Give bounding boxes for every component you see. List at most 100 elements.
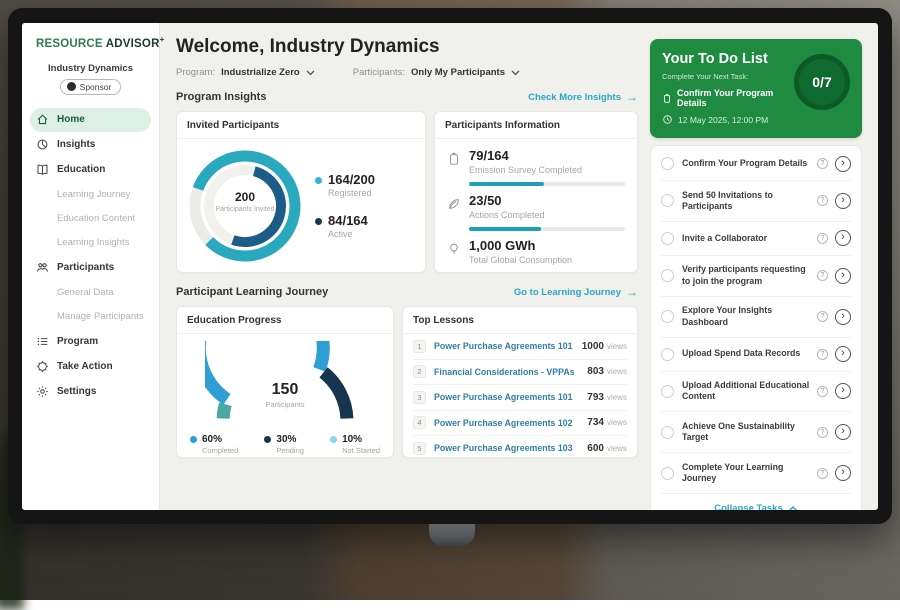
help-icon[interactable]: ? [817, 386, 828, 397]
invited-participants-card: Invited Participants 200 [176, 111, 426, 273]
task-checkbox[interactable] [661, 194, 674, 207]
lesson-rank-badge: 2 [413, 365, 426, 378]
lesson-title-link[interactable]: Power Purchase Agreements 101 [434, 341, 582, 351]
dashboard-screen: RESOURCEADVISOR+ Industry Dynamics Spons… [22, 23, 878, 510]
sidebar-subitem-label: General Data [57, 287, 114, 298]
chevron-right-icon[interactable]: › [835, 383, 851, 399]
help-icon[interactable]: ? [817, 195, 828, 206]
filter-bar: Program: Industrialize Zero Participants… [176, 67, 638, 78]
todo-progress-value: 0/7 [812, 74, 831, 90]
chevron-right-icon[interactable]: › [835, 268, 851, 284]
todo-task-row[interactable]: Invite a Collaborator ? › [661, 222, 851, 256]
todo-task-row[interactable]: Send 50 Invitations to Participants ? › [661, 181, 851, 222]
lesson-views-value: 734 [587, 417, 604, 428]
go-to-learning-journey-link[interactable]: Go to Learning Journey → [514, 287, 638, 298]
emission-survey-progress-bar [469, 182, 625, 186]
chevron-right-icon[interactable]: › [835, 465, 851, 481]
todo-task-row[interactable]: Explore Your Insights Dashboard ? › [661, 297, 851, 338]
sidebar-item-home[interactable]: Home [30, 108, 151, 132]
task-checkbox[interactable] [661, 157, 674, 170]
collapse-tasks-link[interactable]: Collapse Tasks [661, 494, 851, 510]
link-label: Check More Insights [528, 92, 621, 103]
chevron-up-icon [788, 506, 798, 510]
legend-value: 84/164 [328, 214, 368, 228]
task-checkbox[interactable] [661, 467, 674, 480]
sidebar-item-general-data[interactable]: General Data [30, 281, 151, 305]
sidebar-item-education[interactable]: Education [30, 158, 151, 182]
participants-filter[interactable]: Participants: Only My Participants [353, 67, 520, 78]
program-insights-header: Program Insights Check More Insights → [176, 91, 638, 103]
check-more-insights-link[interactable]: Check More Insights → [528, 92, 638, 103]
todo-task-row[interactable]: Confirm Your Program Details ? › [661, 147, 851, 181]
chevron-right-icon[interactable]: › [835, 193, 851, 209]
chevron-right-icon[interactable]: › [835, 424, 851, 440]
task-checkbox[interactable] [661, 348, 674, 361]
sidebar-item-manage-participants[interactable]: Manage Participants [30, 305, 151, 329]
program-filter[interactable]: Program: Industrialize Zero [176, 67, 315, 78]
todo-task-row[interactable]: Upload Spend Data Records ? › [661, 338, 851, 372]
lesson-rank-badge: 3 [413, 391, 426, 404]
gauge-legend: 60% Completed 30% Pending [177, 427, 393, 455]
task-checkbox[interactable] [661, 232, 674, 245]
legend-label: Completed [202, 446, 238, 455]
clipboard-icon [447, 149, 461, 171]
task-checkbox[interactable] [661, 385, 674, 398]
leaf-icon [447, 194, 461, 216]
help-icon[interactable]: ? [817, 233, 828, 244]
clock-icon [662, 114, 673, 125]
lesson-views-value: 1000 [582, 341, 604, 352]
brand-logo[interactable]: RESOURCEADVISOR+ [22, 35, 159, 50]
todo-tasks-card: Confirm Your Program Details ? › Send 50… [650, 145, 862, 510]
program-insights-title: Program Insights [176, 91, 266, 103]
help-icon[interactable]: ? [817, 349, 828, 360]
legend-label: Active [328, 229, 368, 239]
task-checkbox[interactable] [661, 269, 674, 282]
sidebar-item-insights[interactable]: Insights [30, 133, 151, 157]
chevron-right-icon[interactable]: › [835, 156, 851, 172]
sidebar-item-learning-insights[interactable]: Learning Insights [30, 231, 151, 255]
task-label: Invite a Collaborator [682, 233, 817, 244]
help-icon[interactable]: ? [817, 427, 828, 438]
chevron-right-icon[interactable]: › [835, 230, 851, 246]
sidebar-item-learning-journey[interactable]: Learning Journey [30, 183, 151, 207]
gauge-center-label: 150 Participants [205, 381, 365, 409]
sponsor-badge[interactable]: Sponsor [60, 79, 122, 95]
todo-task-row[interactable]: Complete Your Learning Journey ? › [661, 453, 851, 494]
sidebar-item-participants[interactable]: Participants [30, 256, 151, 280]
sidebar-item-take-action[interactable]: Take Action [30, 355, 151, 379]
task-checkbox[interactable] [661, 310, 674, 323]
participants-filter-value: Only My Participants [411, 67, 505, 78]
legend-dot-active [315, 218, 322, 225]
lesson-title-link[interactable]: Financial Considerations - VPPAs [434, 367, 587, 377]
todo-datetime: 12 May 2025, 12:00 PM [662, 114, 850, 125]
collapse-tasks-label: Collapse Tasks [714, 503, 782, 510]
lesson-title-link[interactable]: Power Purchase Agreements 103 [434, 443, 587, 453]
todo-tasks-list: Confirm Your Program Details ? › Send 50… [661, 147, 851, 494]
link-label: Go to Learning Journey [514, 287, 621, 298]
stat-label: Actions Completed [469, 210, 545, 220]
invited-participants-card-title: Invited Participants [177, 112, 425, 139]
sidebar-item-education-content[interactable]: Education Content [30, 207, 151, 231]
todo-task-row[interactable]: Upload Additional Educational Content ? … [661, 372, 851, 413]
todo-task-row[interactable]: Verify participants requesting to join t… [661, 256, 851, 297]
lesson-views-value: 803 [587, 366, 604, 377]
lesson-title-link[interactable]: Power Purchase Agreements 102 [434, 418, 587, 428]
todo-next-task[interactable]: Confirm Your Program Details [662, 88, 794, 108]
sidebar-item-settings[interactable]: Settings [30, 380, 151, 404]
progress-fill [469, 182, 544, 186]
task-label: Complete Your Learning Journey [682, 462, 817, 485]
lesson-title-link[interactable]: Power Purchase Agreements 101 [434, 392, 587, 402]
sidebar-item-program[interactable]: Program [30, 330, 151, 354]
legend-dot-pending [264, 436, 271, 443]
chevron-right-icon[interactable]: › [835, 309, 851, 325]
chevron-right-icon[interactable]: › [835, 346, 851, 362]
help-icon[interactable]: ? [817, 270, 828, 281]
todo-task-row[interactable]: Achieve One Sustainability Target ? › [661, 412, 851, 453]
program-filter-label: Program: [176, 67, 215, 78]
help-icon[interactable]: ? [817, 468, 828, 479]
task-checkbox[interactable] [661, 426, 674, 439]
help-icon[interactable]: ? [817, 158, 828, 169]
monitor-bezel: RESOURCEADVISOR+ Industry Dynamics Spons… [8, 8, 892, 524]
arrow-right-icon: → [626, 287, 638, 297]
help-icon[interactable]: ? [817, 311, 828, 322]
